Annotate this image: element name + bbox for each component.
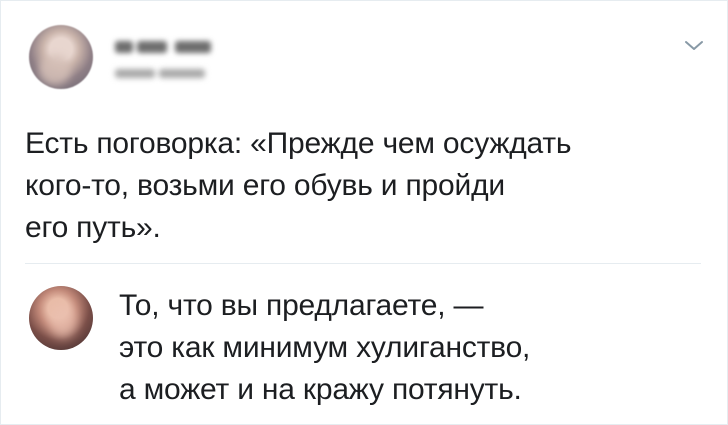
author-handle-blurred: [115, 69, 207, 79]
chevron-down-icon[interactable]: [683, 37, 705, 53]
tweet-card: Есть поговорка: «Прежде чем осуждать ког…: [0, 0, 728, 425]
reply-author-avatar[interactable]: [29, 286, 93, 350]
tweet-text: Есть поговорка: «Прежде чем осуждать ког…: [25, 127, 572, 244]
divider: [25, 263, 701, 264]
reply-text: То, что вы предлагаете, — это как миниму…: [119, 289, 531, 406]
author-name-blurred[interactable]: [115, 41, 213, 55]
tweet-header: [29, 25, 709, 89]
author-avatar[interactable]: [29, 25, 93, 89]
